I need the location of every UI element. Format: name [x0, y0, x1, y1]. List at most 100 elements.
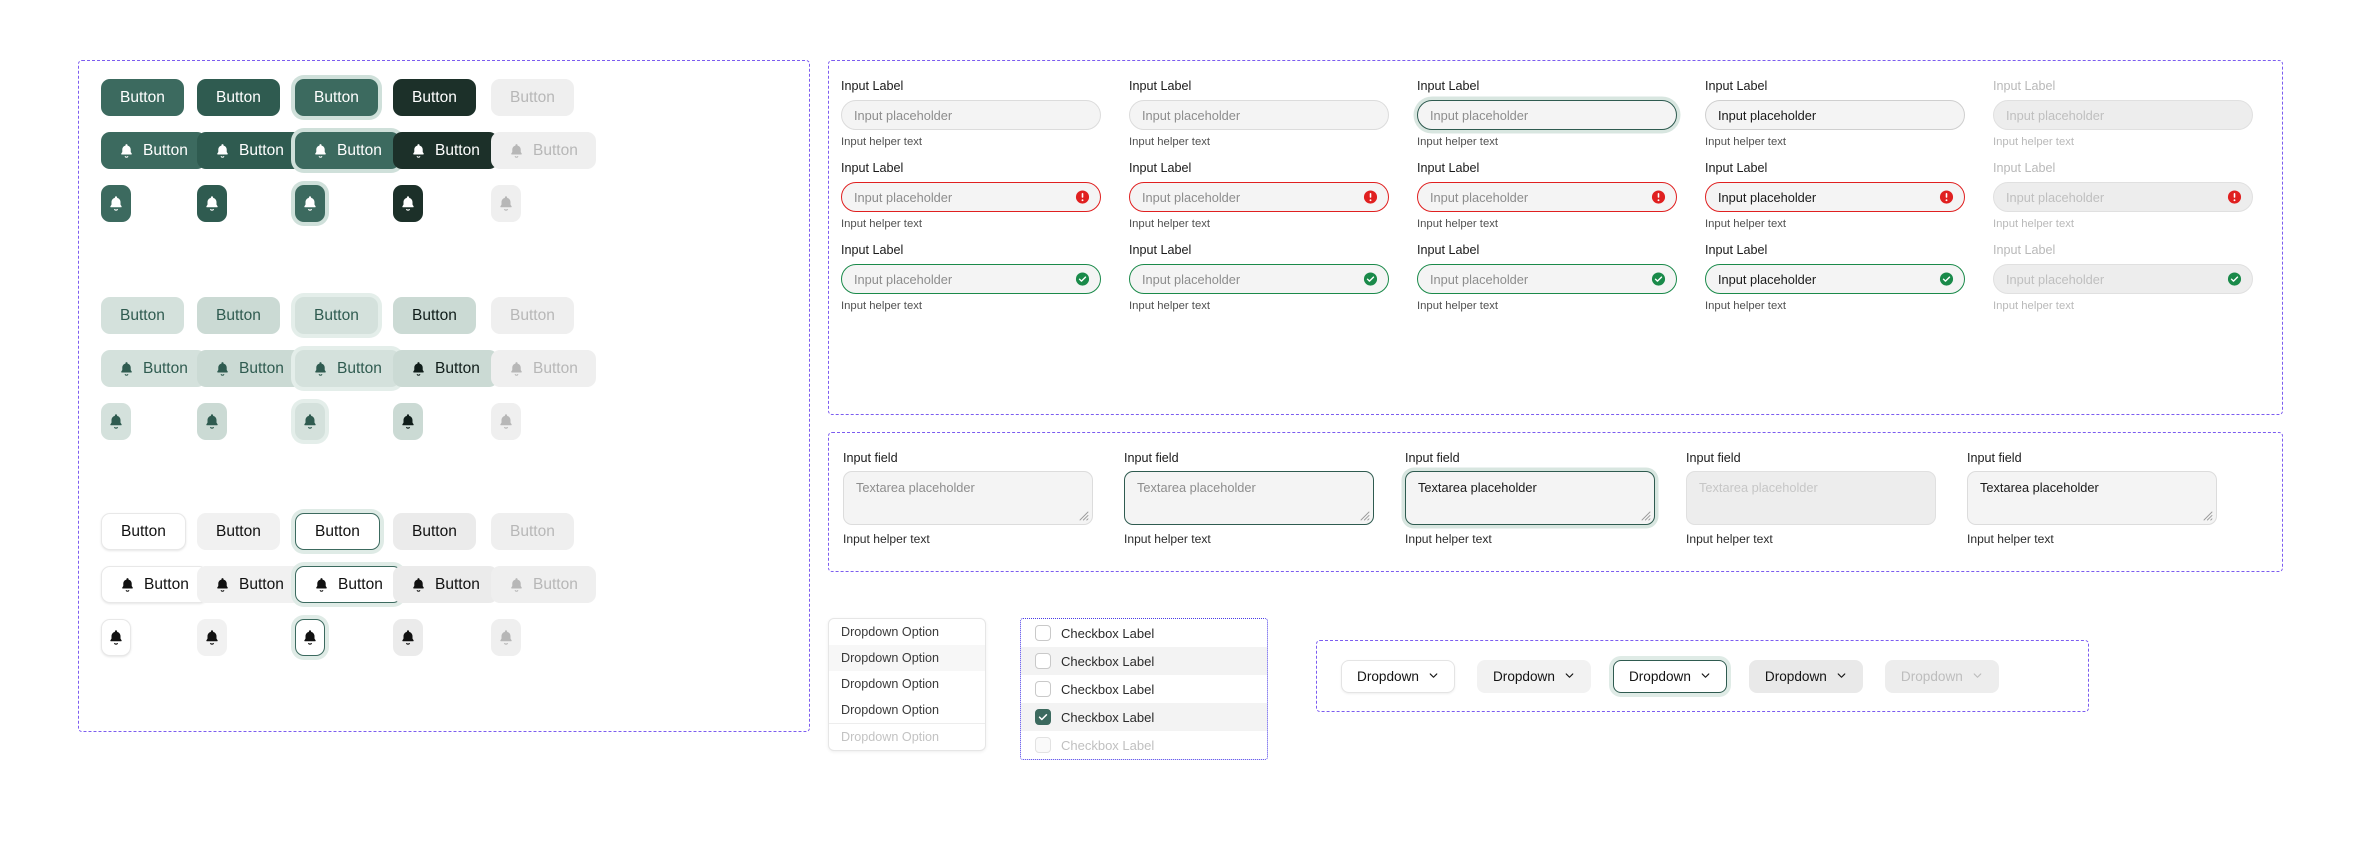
textarea-placeholder: Textarea placeholder [856, 480, 975, 495]
dropdown-option-list[interactable]: Dropdown Option Dropdown Option Dropdown O… [828, 618, 986, 751]
inputs-showcase-panel: Input Label Input placeholder Input helper… [828, 60, 2283, 415]
dropdown-button-press[interactable]: Dropdown [1748, 659, 1863, 693]
text-input[interactable]: Input placeholder [1129, 182, 1389, 213]
primary-icon-text-button-hover[interactable]: Button [197, 132, 302, 169]
secondary-icon-text-button-hover[interactable]: Button [197, 350, 302, 387]
input-label: Input Label [1417, 161, 1480, 175]
tertiary-icon-only-button-focus[interactable] [295, 619, 325, 656]
dropdown-button-focus[interactable]: Dropdown [1612, 659, 1727, 693]
input-label: Input Label [1417, 243, 1480, 257]
tertiary-icon-only-button-default[interactable] [101, 619, 131, 656]
secondary-text-button-default[interactable]: Button [101, 297, 184, 334]
bell-icon [400, 195, 416, 212]
text-input[interactable]: Input placeholder [1705, 264, 1965, 295]
textarea-input[interactable]: Textarea placeholder [1405, 471, 1655, 525]
tertiary-icon-only-button-pressed[interactable] [393, 619, 423, 656]
tertiary-text-button-pressed[interactable]: Button [393, 513, 476, 550]
text-input[interactable]: Input placeholder [1705, 100, 1965, 131]
primary-icon-text-button-focus[interactable]: Button [295, 132, 400, 169]
primary-text-button-hover[interactable]: Button [197, 79, 280, 116]
primary-text-button-focus[interactable]: Button [295, 79, 378, 116]
tertiary-icon-text-button-focus[interactable]: Button [295, 566, 402, 603]
primary-icon-only-button-pressed[interactable] [393, 185, 423, 222]
tertiary-icon-text-button-hover[interactable]: Button [197, 566, 302, 603]
secondary-icon-text-button-focus[interactable]: Button [295, 350, 400, 387]
checkbox-row[interactable]: Checkbox Label [1021, 647, 1267, 675]
input-helper-text: Input helper text [1705, 136, 1787, 149]
textarea-input[interactable]: Textarea placeholder [843, 471, 1093, 525]
dropdown-option[interactable]: Dropdown Option [829, 619, 985, 645]
tertiary-icon-only-button-disabled [491, 619, 521, 656]
checkbox-input[interactable] [1035, 625, 1051, 641]
input-placeholder: Input placeholder [1718, 107, 1817, 123]
text-input[interactable]: Input placeholder [841, 182, 1101, 213]
textarea-placeholder: Textarea placeholder [1137, 480, 1256, 495]
dropdown-option[interactable]: Dropdown Option [829, 671, 985, 697]
tertiary-icon-text-button-pressed[interactable]: Button [393, 566, 498, 603]
textarea-helper-text: Input helper text [843, 532, 930, 546]
tertiary-text-button-focus[interactable]: Button [295, 513, 380, 550]
primary-icon-only-button-hover[interactable] [197, 185, 227, 222]
text-input[interactable]: Input placeholder [1417, 100, 1677, 131]
secondary-icon-only-button-hover[interactable] [197, 403, 227, 440]
secondary-text-button-hover[interactable]: Button [197, 297, 280, 334]
secondary-icon-only-button-focus[interactable] [295, 403, 325, 440]
primary-icon-text-button-pressed[interactable]: Button [393, 132, 498, 169]
checkbox-input[interactable] [1035, 681, 1051, 697]
button-label: Button [121, 522, 166, 540]
text-input[interactable]: Input placeholder [1417, 182, 1677, 213]
text-input[interactable]: Input placeholder [1129, 100, 1389, 131]
primary-icon-text-button-default[interactable]: Button [101, 132, 206, 169]
secondary-icon-only-button-default[interactable] [101, 403, 131, 440]
bell-icon [411, 577, 426, 593]
bell-icon [204, 629, 220, 646]
text-input[interactable]: Input placeholder [1705, 182, 1965, 213]
dropdown-button-label: Dropdown [1764, 668, 1827, 684]
primary-text-button-default[interactable]: Button [101, 79, 184, 116]
secondary-text-button-pressed[interactable]: Button [393, 297, 476, 334]
input-field-error-1: Input Label Input placeholder Input helper… [841, 161, 1101, 232]
input-label: Input Label [1129, 161, 1192, 175]
text-input[interactable]: Input placeholder [1129, 264, 1389, 295]
checkbox-input[interactable] [1035, 709, 1051, 725]
textarea-input[interactable]: Textarea placeholder [1124, 471, 1374, 525]
textarea-label: Input field [1686, 451, 1741, 465]
dropdown-option: Dropdown Option [829, 723, 985, 750]
input-helper-text: Input helper text [1417, 218, 1499, 231]
textarea-field-2: Input field Textarea placeholder Input hel… [1124, 451, 1374, 546]
button-label: Button [412, 522, 457, 540]
checkbox-row[interactable]: Checkbox Label [1021, 619, 1267, 647]
checkbox-input [1035, 737, 1051, 753]
secondary-text-button-focus[interactable]: Button [295, 297, 378, 334]
primary-text-button-pressed[interactable]: Button [393, 79, 476, 116]
dropdown-button-hover[interactable]: Dropdown [1476, 659, 1591, 693]
textarea-field-3: Input field Textarea placeholder Input hel… [1405, 451, 1655, 546]
textarea-input[interactable]: Textarea placeholder [1967, 471, 2217, 525]
primary-icon-only-button-focus[interactable] [295, 185, 325, 222]
checkbox-label: Checkbox Label [1061, 709, 1155, 725]
checkbox-input[interactable] [1035, 653, 1051, 669]
tertiary-icon-text-button-default[interactable]: Button [101, 566, 208, 603]
tertiary-text-button-hover[interactable]: Button [197, 513, 280, 550]
text-input[interactable]: Input placeholder [841, 264, 1101, 295]
dropdown-option[interactable]: Dropdown Option [829, 645, 985, 671]
input-helper-text: Input helper text [841, 300, 923, 313]
dropdown-button-default[interactable]: Dropdown [1341, 659, 1455, 693]
secondary-icon-text-button-pressed[interactable]: Button [393, 350, 498, 387]
secondary-icon-only-button-pressed[interactable] [393, 403, 423, 440]
secondary-icon-text-button-default[interactable]: Button [101, 350, 206, 387]
checkbox-row[interactable]: Checkbox Label [1021, 703, 1267, 731]
tertiary-icon-text-button-disabled: Button [491, 566, 596, 603]
checkbox-row[interactable]: Checkbox Label [1021, 675, 1267, 703]
input-field-success-5: Input Label Input placeholder Input helper… [1993, 243, 2253, 314]
text-input[interactable]: Input placeholder [841, 100, 1101, 131]
input-placeholder: Input placeholder [1142, 189, 1241, 205]
primary-icon-only-button-default[interactable] [101, 185, 131, 222]
tertiary-text-button-default[interactable]: Button [101, 513, 186, 550]
tertiary-icon-only-button-hover[interactable] [197, 619, 227, 656]
text-input[interactable]: Input placeholder [1417, 264, 1677, 295]
textarea-field-1: Input field Textarea placeholder Input hel… [843, 451, 1093, 546]
bell-icon [302, 629, 318, 646]
textareas-showcase-panel: Input field Textarea placeholder Input hel… [828, 432, 2283, 572]
dropdown-option[interactable]: Dropdown Option [829, 697, 985, 723]
